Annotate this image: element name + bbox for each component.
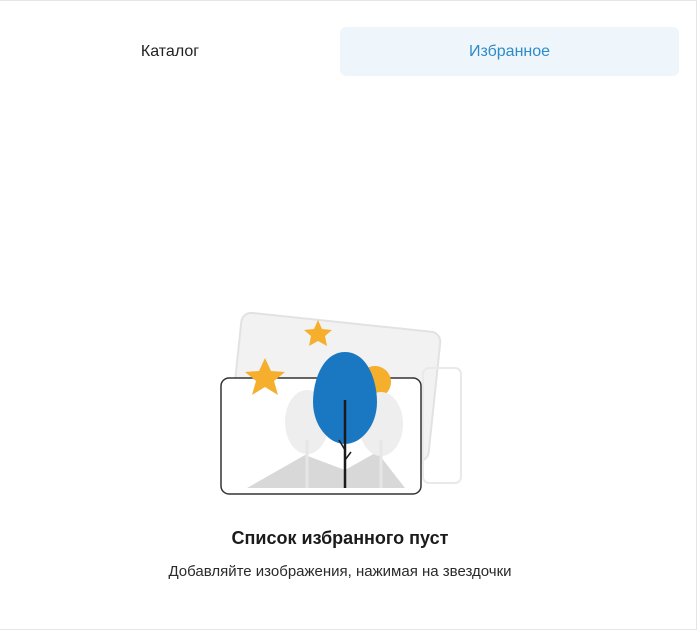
tab-bar: Каталог Избранное	[0, 27, 698, 77]
empty-favorites-illustration	[220, 311, 462, 495]
empty-state-subtitle: Добавляйте изображения, нажимая на звезд…	[168, 563, 512, 580]
empty-state-title: Список избранного пуст	[231, 528, 449, 548]
tab-catalog[interactable]: Каталог	[0, 27, 340, 76]
tab-favorites[interactable]: Избранное	[340, 27, 679, 76]
